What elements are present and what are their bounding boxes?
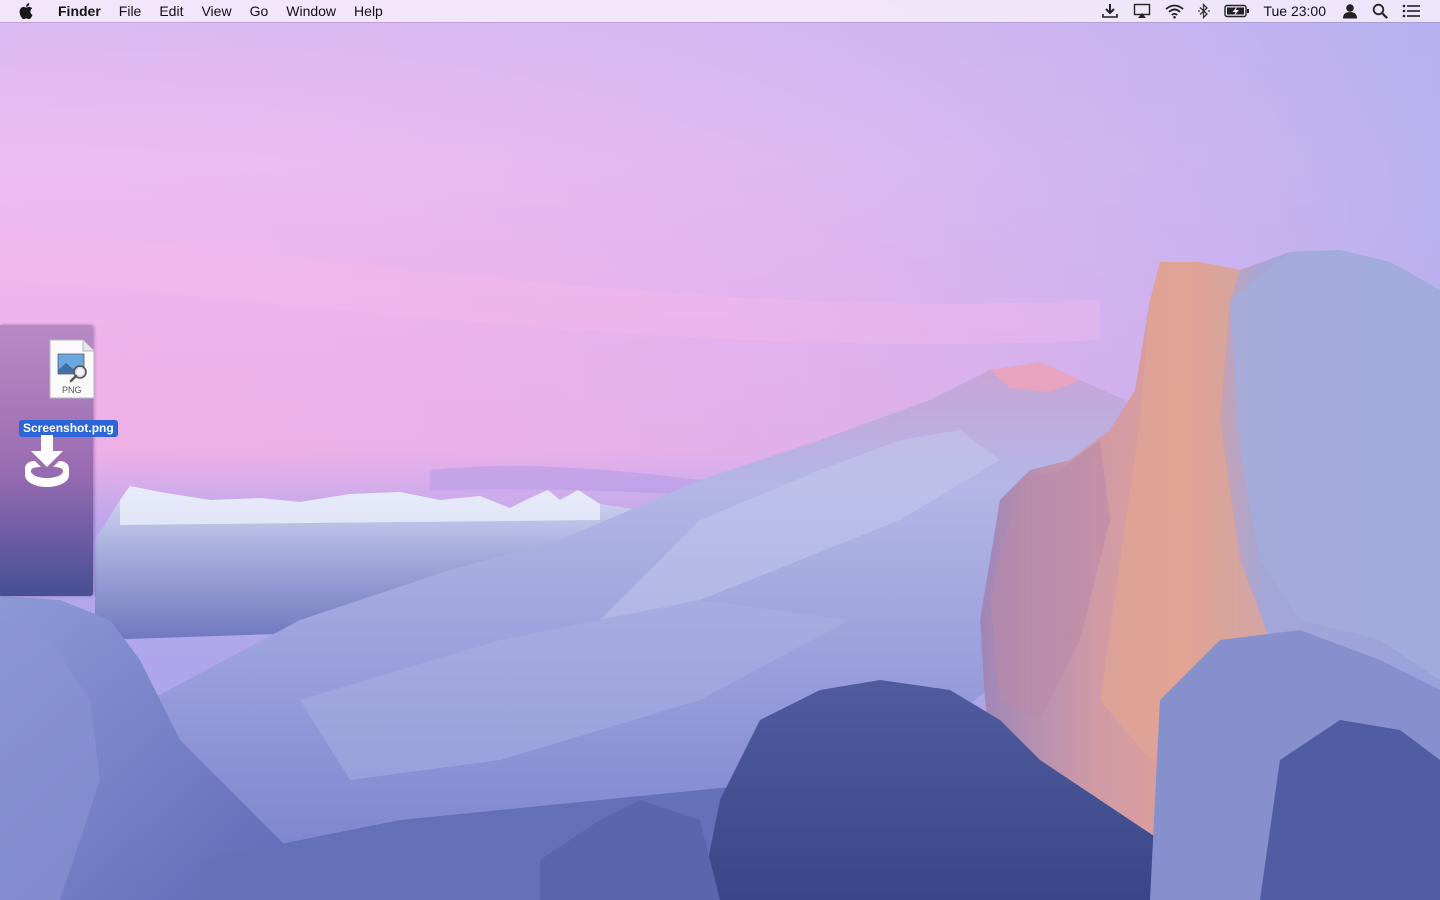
- apple-menu-button[interactable]: [0, 0, 50, 22]
- menu-help[interactable]: Help: [345, 0, 392, 22]
- airplay-icon: [1134, 3, 1151, 18]
- notification-center-button[interactable]: [1395, 0, 1428, 22]
- spotlight-search-icon: [1372, 3, 1388, 19]
- menu-window[interactable]: Window: [277, 0, 345, 22]
- menubar-clock[interactable]: Tue 23:00: [1257, 0, 1335, 22]
- menu-edit[interactable]: Edit: [150, 0, 192, 22]
- notification-center-icon: [1402, 4, 1420, 18]
- bluetooth-status-button[interactable]: [1191, 0, 1217, 22]
- user-icon: [1343, 4, 1357, 19]
- menu-file[interactable]: File: [110, 0, 151, 22]
- bluetooth-icon: [1198, 3, 1211, 19]
- download-tray-icon[interactable]: [21, 433, 73, 489]
- battery-charging-icon: [1224, 4, 1250, 18]
- menu-go[interactable]: Go: [241, 0, 278, 22]
- file-item-screenshot[interactable]: PNG Screenshot.png: [18, 337, 124, 437]
- download-icon: [1102, 4, 1119, 18]
- wifi-status-button[interactable]: [1158, 0, 1191, 22]
- user-menu-button[interactable]: [1335, 0, 1365, 22]
- download-status-button[interactable]: [1094, 0, 1126, 22]
- file-drop-panel[interactable]: PNG Screenshot.png: [0, 325, 118, 596]
- spotlight-button[interactable]: [1365, 0, 1395, 22]
- png-badge: PNG: [62, 385, 82, 395]
- desktop[interactable]: Finder File Edit View Go Window Help Tue…: [0, 0, 1440, 900]
- app-menu-finder[interactable]: Finder: [50, 0, 110, 22]
- menu-view[interactable]: View: [192, 0, 240, 22]
- battery-status-button[interactable]: [1217, 0, 1257, 22]
- airplay-status-button[interactable]: [1126, 0, 1158, 22]
- wifi-icon: [1165, 4, 1185, 19]
- menu-bar: Finder File Edit View Go Window Help Tue…: [0, 0, 1440, 22]
- wallpaper-image: [0, 0, 1440, 900]
- apple-logo-icon: [19, 3, 33, 19]
